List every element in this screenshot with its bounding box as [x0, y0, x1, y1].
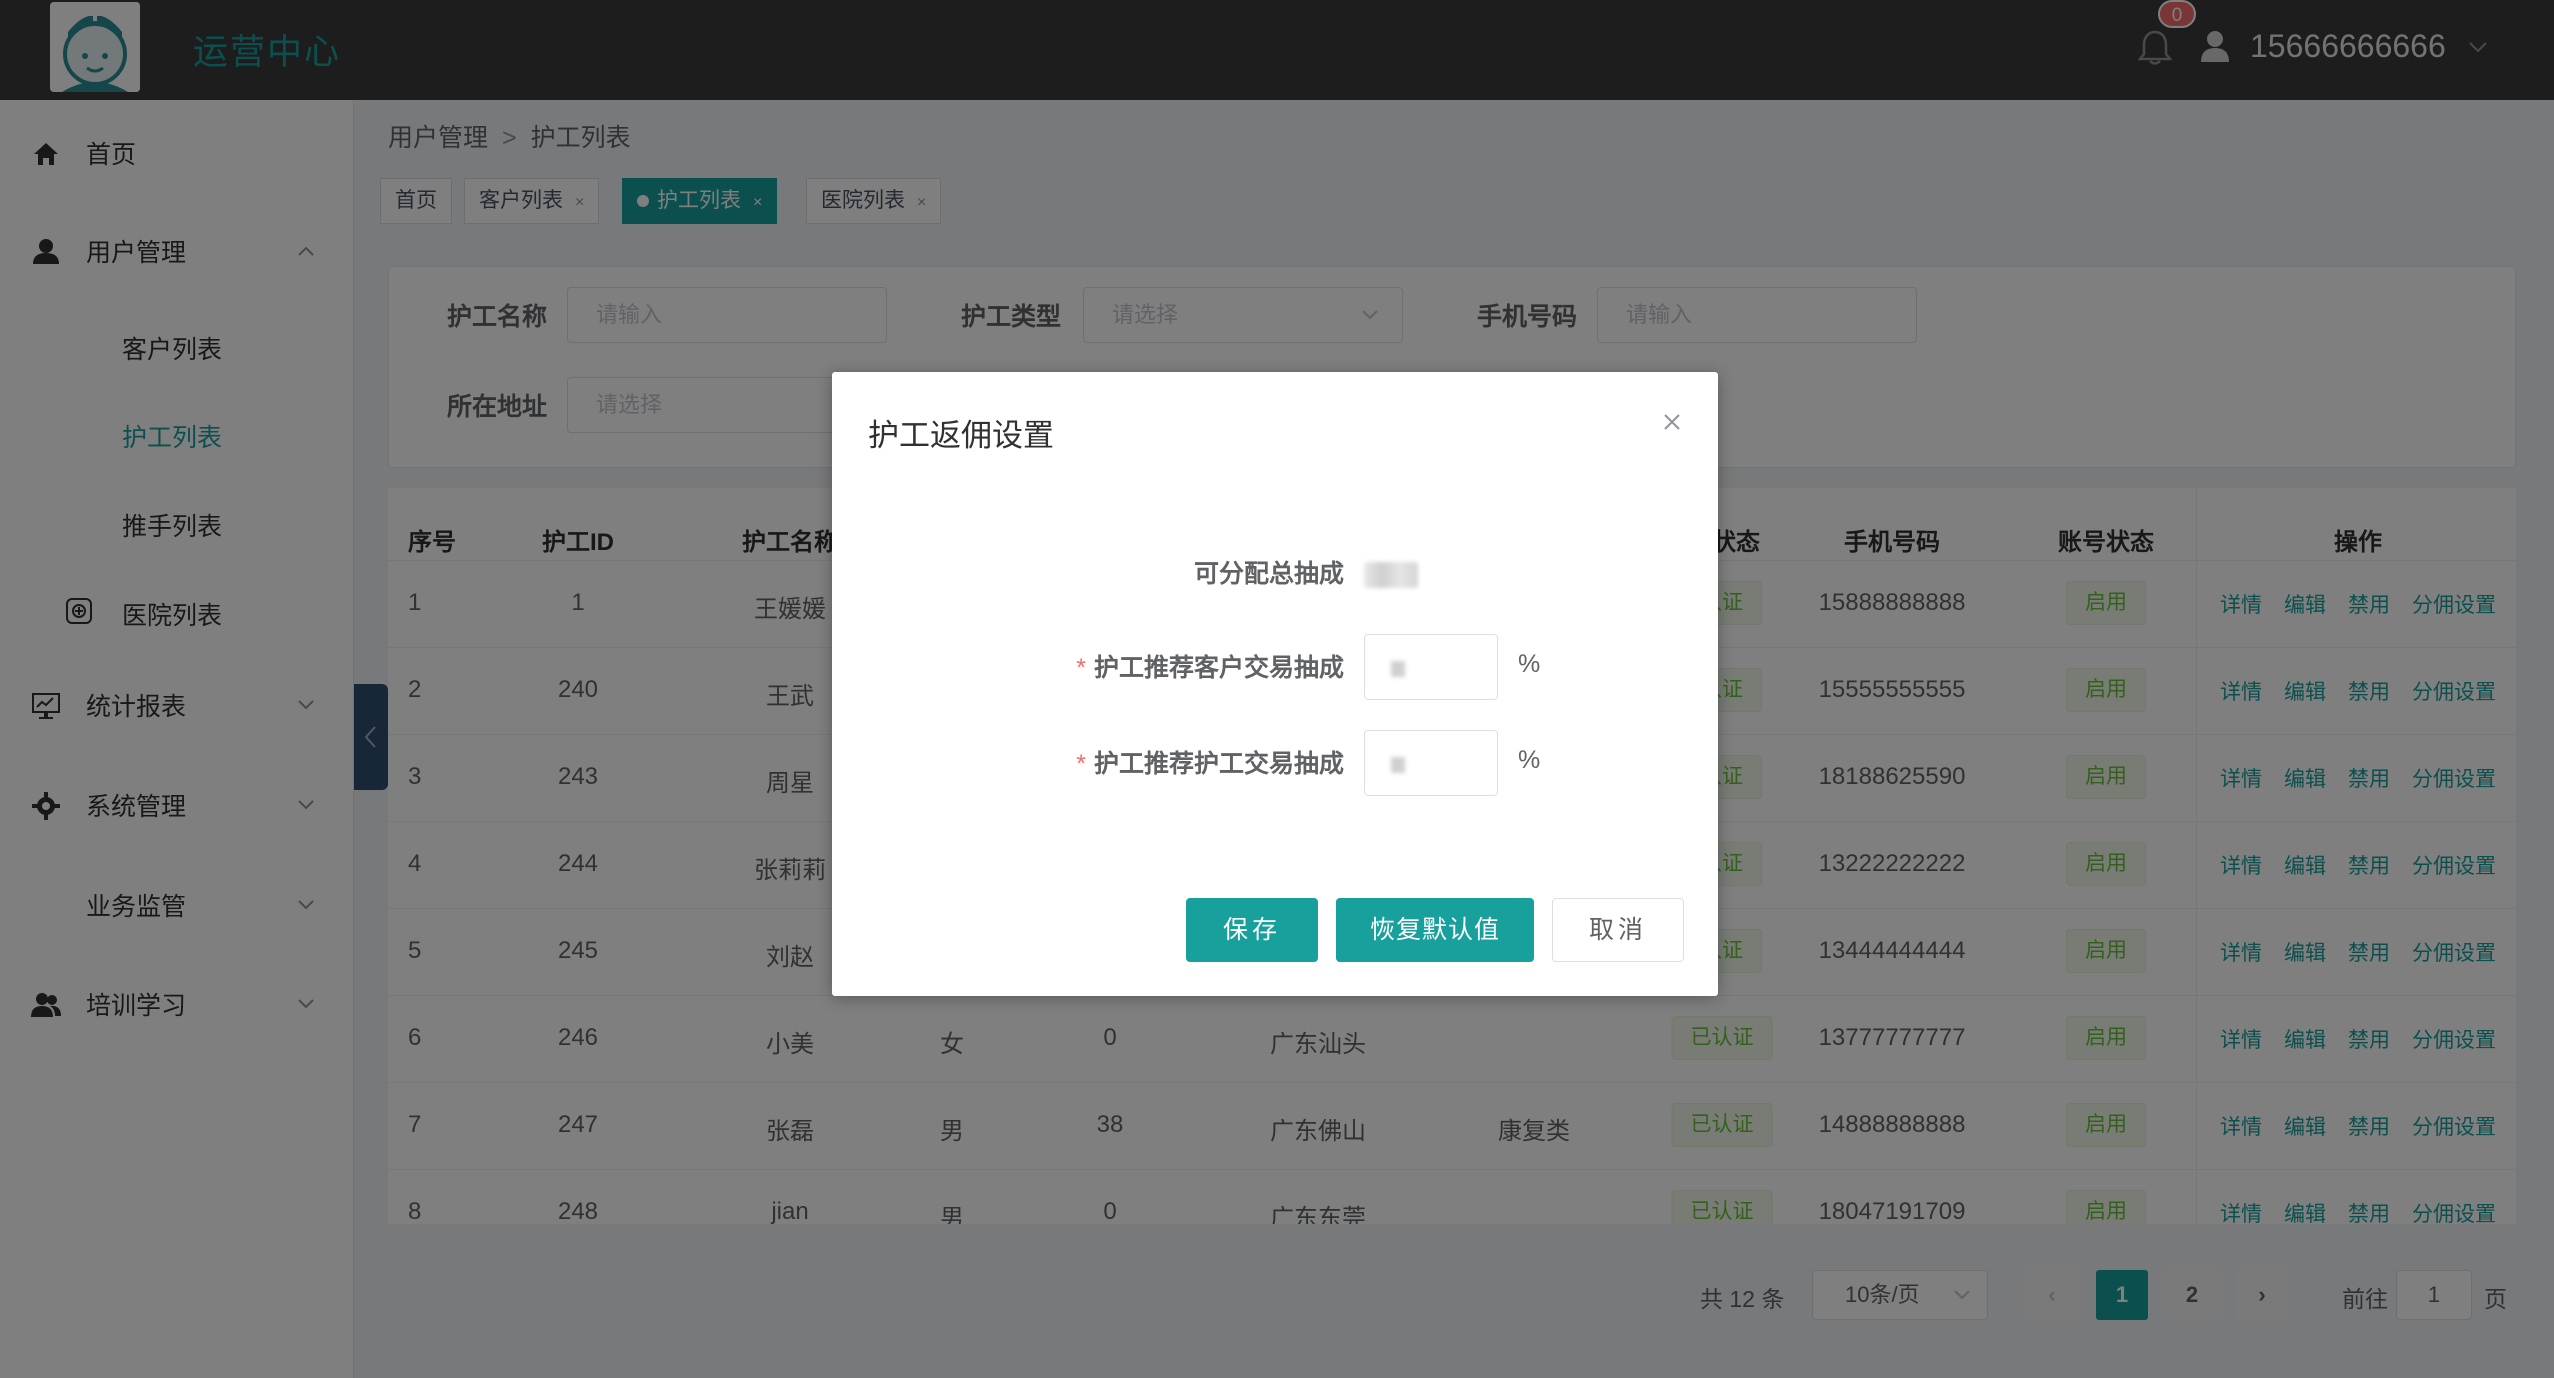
label-text: 护工推荐客户交易抽成 — [1093, 654, 1344, 682]
percent-unit: % — [1518, 650, 1541, 678]
required-mark: * — [1076, 750, 1086, 778]
worker-commission-label: * 护工推荐护工交易抽成 — [924, 744, 1344, 780]
save-button[interactable]: 保存 — [1186, 898, 1318, 962]
label-text: 护工推荐护工交易抽成 — [1093, 750, 1344, 778]
redacted-value — [1391, 661, 1405, 677]
dialog-title: 护工返佣设置 — [868, 418, 1054, 453]
worker-commission-input[interactable] — [1364, 730, 1498, 796]
redacted-value — [1391, 757, 1405, 773]
total-commission-value-redacted — [1364, 562, 1418, 588]
reset-default-button[interactable]: 恢复默认值 — [1336, 898, 1534, 962]
commission-settings-dialog: 护工返佣设置 可分配总抽成 * 护工推荐客户交易抽成 % * 护工推荐护工交易抽成 … — [832, 372, 1718, 996]
customer-commission-label: * 护工推荐客户交易抽成 — [924, 648, 1344, 684]
cancel-button[interactable]: 取消 — [1552, 898, 1684, 962]
percent-unit: % — [1518, 746, 1541, 774]
close-icon[interactable] — [1658, 408, 1686, 436]
customer-commission-input[interactable] — [1364, 634, 1498, 700]
total-commission-label: 可分配总抽成 — [1193, 560, 1344, 588]
required-mark: * — [1076, 654, 1086, 682]
